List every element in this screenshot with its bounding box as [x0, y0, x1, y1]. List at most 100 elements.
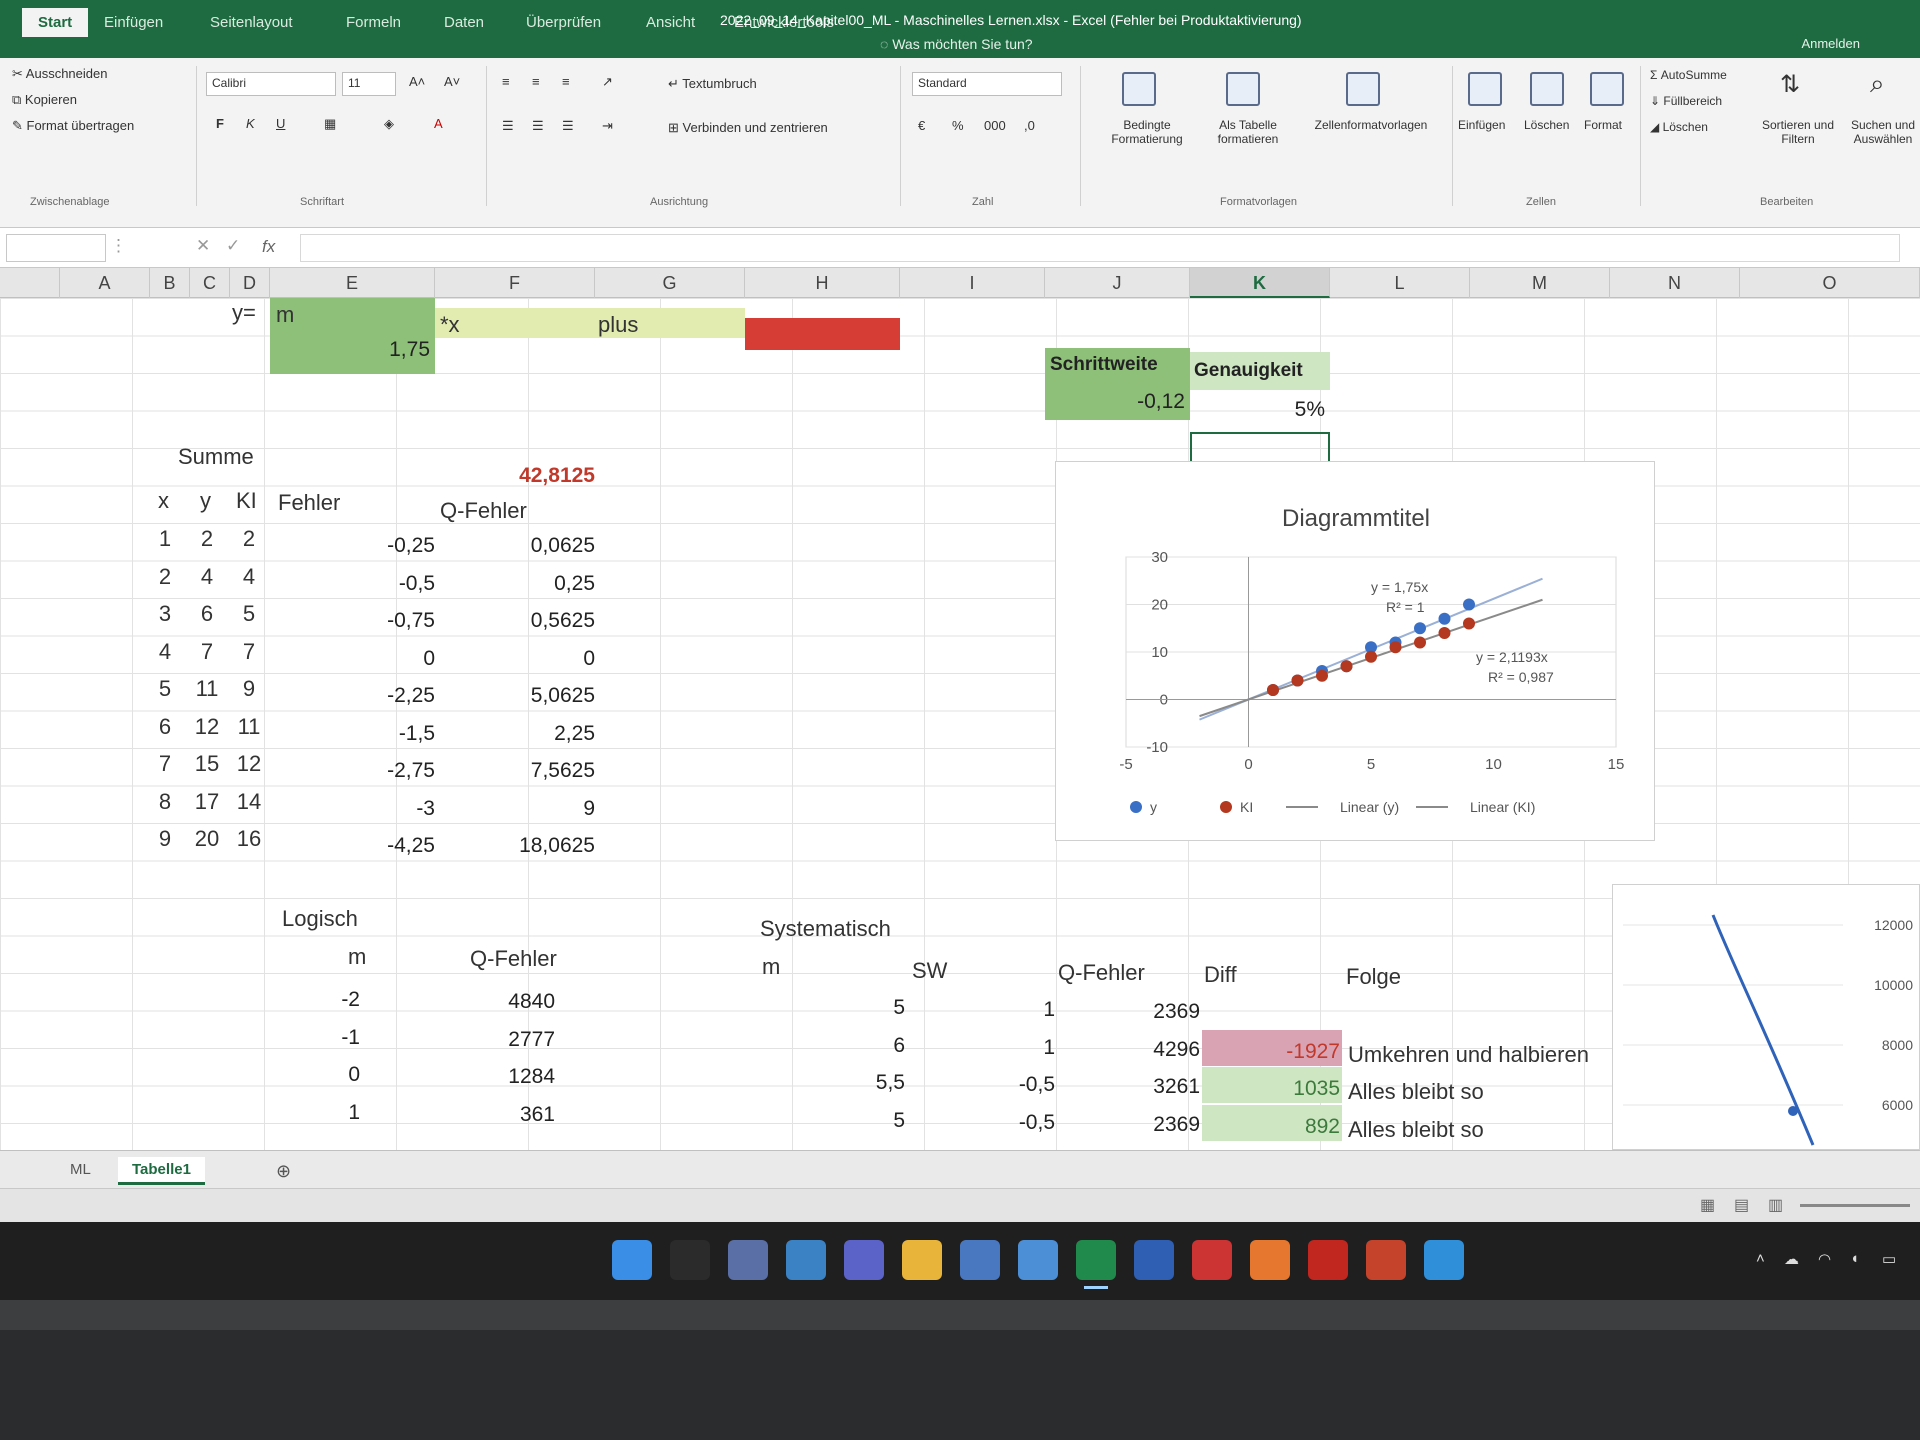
currency-icon[interactable]: € [914, 116, 929, 135]
store-icon[interactable] [960, 1240, 1000, 1280]
table1-cell-x[interactable]: 3 [150, 601, 180, 627]
column-header-g[interactable]: G [595, 268, 745, 298]
logisch-cell-m[interactable]: 0 [300, 1063, 360, 1087]
table1-cell-y[interactable]: 17 [190, 789, 224, 815]
second-chart[interactable]: 1200010000800060004000 [1612, 884, 1920, 1150]
data-point-ki[interactable] [1365, 650, 1377, 663]
sys-cell-q-fehler[interactable]: 2369 [1055, 1000, 1200, 1024]
table1-cell-fehler[interactable]: -3 [270, 797, 435, 821]
table1-cell-q-fehler[interactable]: 9 [435, 797, 595, 821]
table1-cell-q-fehler[interactable]: 0 [435, 647, 595, 671]
table1-cell-fehler[interactable]: -2,75 [270, 759, 435, 783]
task-view-icon[interactable] [728, 1240, 768, 1280]
tell-me-search[interactable]: ◌ Was möchten Sie tun? [880, 36, 1033, 52]
data-point-ki[interactable] [1340, 660, 1353, 673]
widgets-icon[interactable] [786, 1240, 826, 1280]
data-point-y[interactable] [1463, 598, 1475, 611]
table1-cell-fehler[interactable]: -0,5 [270, 572, 435, 596]
sys-cell-diff[interactable]: 892 [1200, 1115, 1340, 1139]
align-center-icon[interactable]: ☰ [528, 116, 548, 136]
borders-icon[interactable]: ▦ [320, 114, 340, 134]
insert-cells-icon[interactable] [1468, 72, 1502, 106]
table1-cell-fehler[interactable]: -2,25 [270, 684, 435, 708]
sort-filter-icon[interactable]: ⇅ [1780, 70, 1800, 99]
logisch-cell-q-fehler[interactable]: 2777 [435, 1028, 555, 1052]
data-point-ki[interactable] [1438, 627, 1451, 639]
grow-font-button[interactable]: A˄ [405, 72, 429, 91]
filezilla-icon[interactable] [1192, 1240, 1232, 1280]
sys-cell-q-fehler[interactable]: 2369 [1055, 1113, 1200, 1137]
column-header-a[interactable]: A [60, 268, 150, 298]
underline-button[interactable]: U [272, 114, 289, 133]
wrap-text-button[interactable]: ↵ Textumbruch [664, 74, 761, 94]
m-value[interactable]: 1,75 [270, 338, 430, 362]
table1-cell-y[interactable]: 20 [190, 826, 224, 852]
number-format-select[interactable]: Standard [912, 72, 1062, 96]
data-point-ki[interactable] [1414, 636, 1426, 649]
column-header-j[interactable]: J [1045, 268, 1190, 298]
firefox-icon[interactable] [1250, 1240, 1290, 1280]
logisch-cell-q-fehler[interactable]: 361 [435, 1103, 555, 1127]
table1-cell-y[interactable]: 7 [190, 639, 224, 665]
sign-in-link[interactable]: Anmelden [1801, 36, 1860, 51]
delete-cells-button[interactable]: Löschen [1524, 118, 1569, 132]
genauigkeit-value[interactable]: 5% [1190, 398, 1325, 422]
table1-cell-x[interactable]: 1 [150, 526, 180, 552]
data-point-ki[interactable] [1291, 674, 1304, 687]
column-header-m[interactable]: M [1470, 268, 1610, 298]
table1-cell-x[interactable]: 6 [150, 714, 180, 740]
align-left-icon[interactable]: ☰ [498, 116, 518, 136]
column-header-c[interactable]: C [190, 268, 230, 298]
logisch-cell-m[interactable]: 1 [300, 1101, 360, 1125]
fill-button[interactable]: ⇓ Füllbereich [1650, 94, 1722, 108]
sys-cell-q-fehler[interactable]: 3261 [1055, 1075, 1200, 1099]
sys-cell-m[interactable]: 5,5 [745, 1071, 905, 1095]
format-as-table-icon[interactable] [1226, 72, 1260, 106]
data-point-y[interactable] [1438, 612, 1451, 625]
tab-ueberpruefen[interactable]: Überprüfen [526, 14, 601, 31]
volume-icon[interactable]: ◖ [1850, 1250, 1859, 1267]
table1-cell-ki[interactable]: 12 [232, 751, 266, 777]
acrobat-icon[interactable] [1308, 1240, 1348, 1280]
logisch-cell-q-fehler[interactable]: 1284 [435, 1065, 555, 1089]
table1-cell-x[interactable]: 7 [150, 751, 180, 777]
column-header-k[interactable]: K [1190, 268, 1330, 298]
table1-cell-q-fehler[interactable]: 18,0625 [435, 834, 595, 858]
format-as-table-button[interactable]: Als Tabelle formatieren [1198, 118, 1298, 146]
column-header-d[interactable]: D [230, 268, 270, 298]
powerpoint-icon[interactable] [1366, 1240, 1406, 1280]
sys-cell-folge[interactable]: Umkehren und halbieren [1348, 1042, 1608, 1068]
sys-cell-diff[interactable]: 1035 [1200, 1077, 1340, 1101]
table1-cell-fehler[interactable]: -4,25 [270, 834, 435, 858]
autosum-button[interactable]: Σ AutoSumme [1650, 68, 1727, 82]
sheet-tab-tabelle1[interactable]: Tabelle1 [118, 1157, 205, 1185]
insert-cells-button[interactable]: Einfügen [1458, 118, 1505, 132]
logisch-cell-m[interactable]: -2 [300, 988, 360, 1012]
data-point-ki[interactable] [1463, 617, 1475, 630]
wifi-icon[interactable]: ◠ [1818, 1250, 1831, 1268]
column-header-h[interactable]: H [745, 268, 900, 298]
find-icon[interactable]: ⌕ [1870, 68, 1885, 100]
indent-icon[interactable]: ⇥ [598, 116, 617, 136]
table1-cell-y[interactable]: 2 [190, 526, 224, 552]
confirm-icon[interactable]: ✓ [226, 236, 240, 256]
table1-cell-y[interactable]: 4 [190, 564, 224, 590]
table1-cell-fehler[interactable]: -0,25 [270, 534, 435, 558]
schrittweite-value[interactable]: -0,12 [1045, 390, 1185, 414]
edge-icon[interactable] [1424, 1240, 1464, 1280]
battery-icon[interactable]: ▭ [1882, 1250, 1896, 1268]
sheet-tab-ml[interactable]: ML [56, 1157, 105, 1182]
sort-filter-button[interactable]: Sortieren und Filtern [1760, 118, 1836, 146]
conditional-format-button[interactable]: Bedingte Formatierung [1092, 118, 1202, 146]
column-header-e[interactable]: E [270, 268, 435, 298]
fill-color-icon[interactable]: ◈ [380, 114, 398, 134]
table1-cell-ki[interactable]: 9 [232, 676, 266, 702]
data-point-ki[interactable] [1389, 641, 1402, 654]
tab-start[interactable]: Start [22, 8, 89, 37]
table1-cell-q-fehler[interactable]: 7,5625 [435, 759, 595, 783]
onedrive-icon[interactable]: ☁ [1784, 1250, 1799, 1268]
sys-cell-m[interactable]: 5 [745, 996, 905, 1020]
find-select-button[interactable]: Suchen und Auswählen [1850, 118, 1916, 146]
scatter-chart[interactable]: Diagrammtitel -10 0 10 20 30 -5 0 5 10 15 y = 1,75x… [1055, 461, 1655, 841]
column-header-i[interactable]: I [900, 268, 1045, 298]
